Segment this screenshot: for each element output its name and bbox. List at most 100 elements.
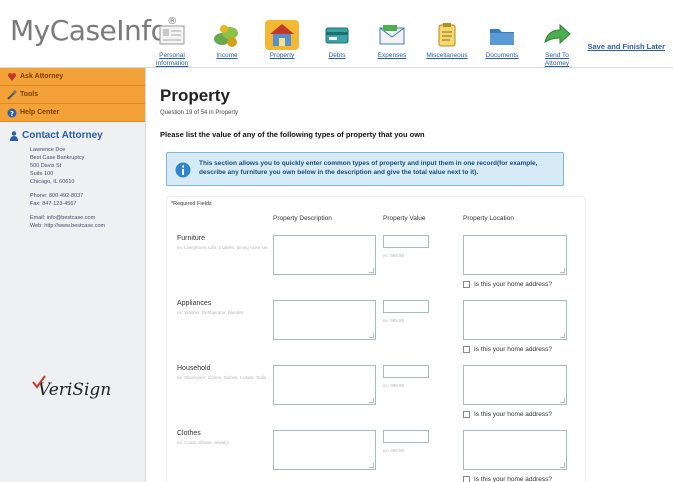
ask-attorney-button[interactable]: Ask Attorney	[0, 68, 145, 86]
info-box: This section allows you to quickly enter…	[166, 152, 564, 186]
column-header-location: Property Location	[463, 215, 514, 222]
household-location-input[interactable]	[463, 365, 567, 405]
ask-attorney-label: Ask Attorney	[20, 73, 64, 80]
property-house-icon	[265, 20, 299, 50]
nav-debts[interactable]: Debts	[313, 20, 361, 60]
nav-label: Personal Information	[155, 52, 189, 67]
send-arrow-icon	[540, 20, 574, 50]
home-address-label: Is this your home address?	[474, 411, 553, 419]
nav-label: Miscellaneous	[426, 52, 468, 59]
tools-label: Tools	[20, 91, 39, 98]
help-center-button[interactable]: ? Help Center	[0, 104, 145, 122]
header: MyCaseInfo® Personal Information Income …	[0, 0, 673, 68]
household-value-input[interactable]	[383, 365, 429, 378]
expenses-envelope-icon	[375, 20, 409, 50]
web-link[interactable]: Web: http://www.bestcase.com	[30, 222, 145, 230]
nav-property[interactable]: Property	[258, 20, 306, 60]
home-address-label: Is this your home address?	[474, 281, 553, 289]
info-icon	[175, 162, 191, 178]
checkbox[interactable]	[463, 281, 470, 288]
appliances-location-input[interactable]	[463, 300, 567, 340]
household-value-hint: ex: 999.99	[383, 383, 405, 388]
nav-label: Debts	[328, 52, 346, 59]
contact-attorney-label: Contact Attorney	[22, 130, 103, 141]
row-label-clothes: Clothes	[177, 430, 201, 437]
verisign-logo: VeriSign	[32, 375, 112, 400]
debts-card-icon	[320, 20, 354, 50]
nav-label: Send To Attorney	[544, 52, 570, 67]
address-street: 500 Davis St	[30, 163, 62, 169]
nav-label: Property	[269, 52, 295, 59]
save-and-finish-later-link[interactable]: Save and Finish Later	[587, 42, 665, 51]
heart-icon	[7, 72, 17, 82]
row-hint-household: ex: Silverware, Linens, Dishes, Lamps, T…	[177, 375, 267, 380]
row-hint-furniture: ex: Livingroom sofa, 2 tables, dining ro…	[177, 245, 268, 250]
home-address-label: Is this your home address?	[474, 476, 553, 482]
row-hint-clothes: ex: Coats, Shoes, Jewelry	[177, 440, 230, 445]
appliances-home-address-checkbox[interactable]: Is this your home address?	[463, 346, 552, 353]
attorney-name: Lawrence Doe	[30, 147, 66, 153]
row-label-household: Household	[177, 365, 211, 372]
nav-documents[interactable]: Documents	[478, 20, 526, 60]
furniture-value-input[interactable]	[383, 235, 429, 248]
firm-name: Best Case Bankruptcy	[30, 155, 85, 161]
info-text: This section allows you to quickly enter…	[199, 160, 538, 176]
personal-information-icon	[155, 20, 189, 50]
verisign-check-icon	[32, 374, 46, 389]
help-center-label: Help Center	[20, 109, 60, 116]
furniture-value-hint: ex: 999.99	[383, 253, 405, 258]
household-description-input[interactable]	[273, 365, 376, 405]
instruction-text: Please list the value of any of the foll…	[160, 130, 425, 139]
nav-miscellaneous[interactable]: Miscellaneous	[423, 20, 471, 60]
verisign-text: VeriSign	[38, 380, 112, 400]
nav-label: Expenses	[377, 52, 407, 59]
person-icon	[10, 131, 18, 141]
furniture-home-address-checkbox[interactable]: Is this your home address?	[463, 281, 552, 288]
clothes-home-address-checkbox[interactable]: Is this your home address?	[463, 476, 552, 482]
clothes-value-input[interactable]	[383, 430, 429, 443]
appliances-value-input[interactable]	[383, 300, 429, 313]
required-fields-label: *Required Fields	[171, 201, 212, 207]
furniture-location-input[interactable]	[463, 235, 567, 275]
nav-label: Documents	[485, 52, 519, 59]
tools-button[interactable]: Tools	[0, 86, 145, 104]
sidebar: Ask Attorney Tools ? Help Center Contact…	[0, 68, 146, 482]
email-link[interactable]: Email: info@bestcase.com	[30, 214, 145, 222]
tools-icon	[7, 90, 17, 100]
question-icon: ?	[7, 108, 17, 118]
fax-number: Fax: 847-123-4567	[30, 201, 77, 207]
property-form: *Required Fields Property Description Pr…	[166, 196, 586, 482]
clothes-description-input[interactable]	[273, 430, 376, 470]
contact-details: Lawrence Doe Best Case Bankruptcy 500 Da…	[30, 146, 145, 230]
main-content: Property Question 19 of 54 in Property P…	[160, 68, 665, 482]
furniture-description-input[interactable]	[273, 235, 376, 275]
income-money-icon	[210, 20, 244, 50]
address-suite: Suite 100	[30, 171, 54, 177]
nav-income[interactable]: Income	[203, 20, 251, 60]
row-hint-appliances: ex: Washer, Refrigerator, Blender	[177, 310, 244, 315]
nav-expenses[interactable]: Expenses	[368, 20, 416, 60]
row-label-appliances: Appliances	[177, 300, 212, 307]
nav-send-to-attorney[interactable]: Send To Attorney	[533, 20, 581, 68]
appliances-value-hint: ex: 999.99	[383, 318, 405, 323]
appliances-description-input[interactable]	[273, 300, 376, 340]
column-header-value: Property Value	[383, 215, 426, 222]
svg-text:?: ?	[10, 110, 14, 118]
logo-text: MyCaseInfo	[10, 14, 168, 47]
clothes-location-input[interactable]	[463, 430, 567, 470]
nav-label: Income	[216, 52, 238, 59]
phone-number: Phone: 800-492-8037	[30, 193, 84, 199]
question-progress: Question 19 of 54 in Property	[160, 110, 239, 116]
household-home-address-checkbox[interactable]: Is this your home address?	[463, 411, 552, 418]
contact-attorney-heading: Contact Attorney	[10, 130, 145, 141]
home-address-label: Is this your home address?	[474, 346, 553, 354]
nav-personal-information[interactable]: Personal Information	[148, 20, 196, 68]
miscellaneous-clipboard-icon	[430, 20, 464, 50]
checkbox[interactable]	[463, 346, 470, 353]
checkbox[interactable]	[463, 411, 470, 418]
documents-folder-icon	[485, 20, 519, 50]
column-header-description: Property Description	[273, 215, 332, 222]
checkbox[interactable]	[463, 476, 470, 482]
row-label-furniture: Furniture	[177, 235, 206, 242]
address-city: Chicago, IL 60610	[30, 179, 75, 185]
